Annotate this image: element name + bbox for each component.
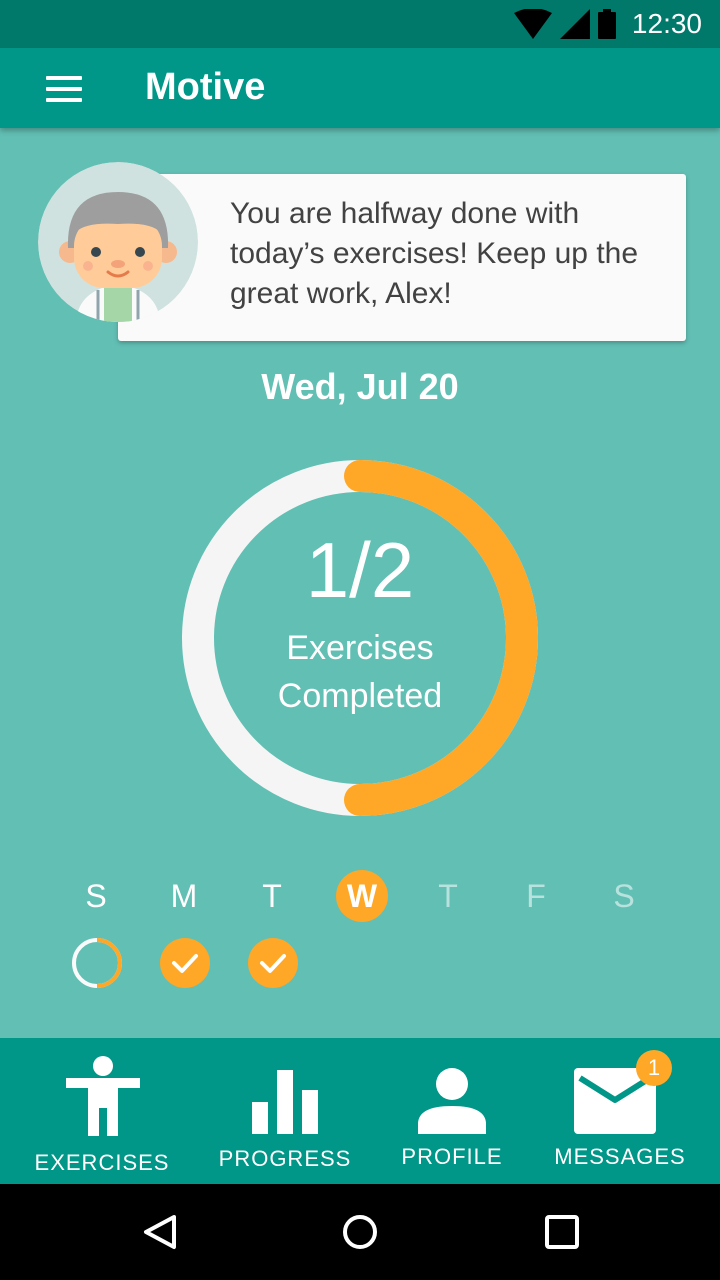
nav-profile[interactable]: PROFILE	[384, 1038, 520, 1184]
nav-label-exercises: EXERCISES	[34, 1150, 170, 1175]
nav-progress[interactable]: PROGRESS	[204, 1038, 366, 1184]
wifi-icon	[513, 9, 552, 39]
day-letter-mon[interactable]: M	[158, 876, 210, 916]
nav-label-messages: MESSAGES	[554, 1144, 686, 1169]
day-letter-sun[interactable]: S	[70, 876, 122, 916]
partial-progress-icon	[72, 938, 122, 988]
day-letter-thu[interactable]: T	[422, 876, 474, 916]
status-time: 12:30	[631, 8, 702, 39]
bar-chart-icon	[252, 1070, 318, 1134]
message-count-badge: 1	[636, 1050, 672, 1086]
date-label: Wed, Jul 20	[261, 366, 459, 407]
check-complete-icon	[248, 938, 298, 988]
status-bar: 12:30	[0, 0, 720, 48]
nav-label-profile: PROFILE	[401, 1144, 503, 1169]
doctor-avatar	[38, 162, 198, 322]
nav-label-progress: PROGRESS	[218, 1146, 352, 1171]
progress-label: Exercises Completed	[182, 624, 538, 720]
day-letter-tue[interactable]: T	[246, 876, 298, 916]
system-nav-bar	[0, 1184, 720, 1280]
nav-exercises[interactable]: EXERCISES	[20, 1038, 184, 1184]
day-letter-wed[interactable]: W	[336, 870, 388, 922]
day-letter-sat[interactable]: S	[598, 876, 650, 916]
cellular-signal-icon	[559, 9, 590, 39]
recents-icon[interactable]	[545, 1215, 579, 1249]
progress-label-line2: Completed	[277, 677, 443, 715]
person-icon	[66, 1056, 140, 1136]
nav-messages[interactable]: 1 MESSAGES	[550, 1038, 690, 1184]
status-icons: 12:30	[513, 8, 702, 40]
progress-count: 1/2	[305, 526, 415, 614]
home-icon[interactable]	[342, 1214, 378, 1250]
profile-icon	[418, 1068, 486, 1134]
hamburger-menu-icon[interactable]	[46, 76, 82, 102]
coach-message-text: You are halfway done with today’s exerci…	[230, 197, 639, 310]
app-title: Motive	[145, 66, 266, 108]
progress-label-line1: Exercises	[286, 629, 434, 667]
bottom-nav: EXERCISES PROGRESS PROFILE 1 MESSAGES	[0, 1038, 720, 1184]
coach-message-card: You are halfway done with today’s exerci…	[118, 174, 686, 341]
day-letter-fri[interactable]: F	[510, 876, 562, 916]
app-bar: Motive	[0, 48, 720, 128]
back-icon[interactable]	[142, 1214, 178, 1250]
check-complete-icon	[160, 938, 210, 988]
battery-icon	[597, 9, 616, 39]
